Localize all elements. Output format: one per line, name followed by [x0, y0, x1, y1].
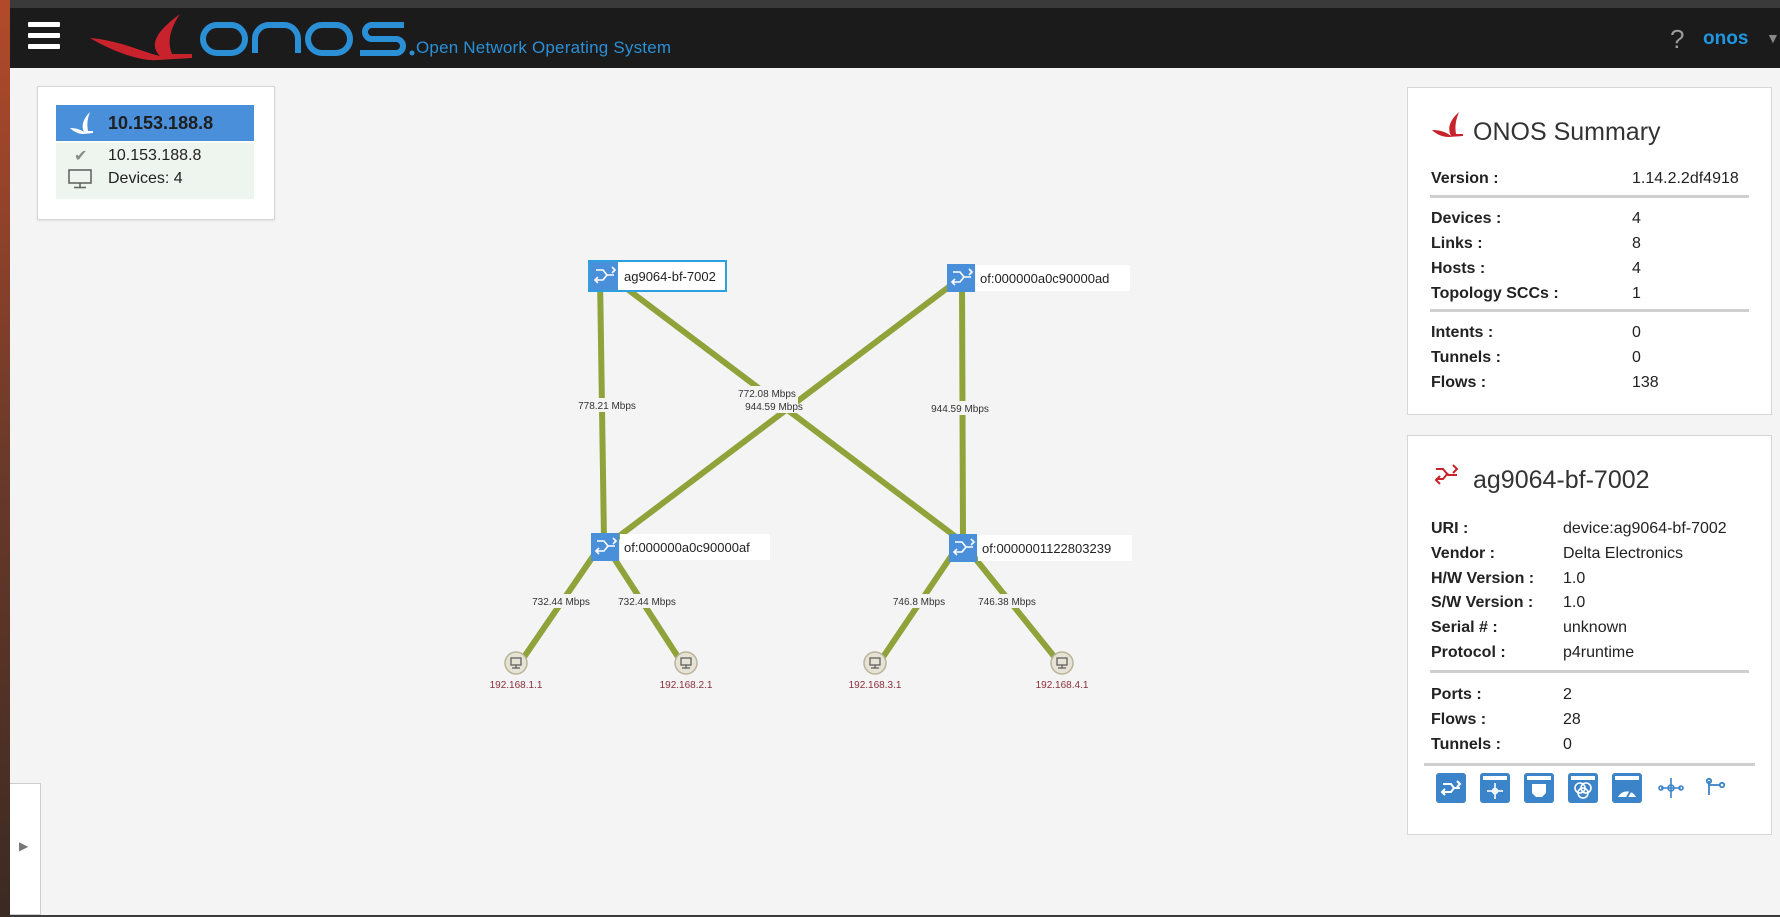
link-label: 732.44 Mbps: [532, 597, 590, 608]
value: 4: [1632, 260, 1641, 277]
chevron-down-icon[interactable]: ▼: [1766, 30, 1780, 46]
host-node[interactable]: 192.168.1.1: [490, 651, 543, 691]
divider: [1430, 195, 1749, 198]
device-node[interactable]: of:000000a0c90000af: [591, 533, 770, 561]
key: Ports :: [1431, 686, 1482, 703]
device-label: of:000000a0c90000ad: [980, 271, 1109, 286]
link-label: 772.08 Mbps: [738, 389, 796, 400]
device-node[interactable]: of:000000a0c90000ad: [947, 264, 1130, 292]
device-detail-panel: ag9064-bf-7002 URI : device:ag9064-bf-70…: [1407, 435, 1772, 835]
panel-title: ONOS Summary: [1473, 118, 1661, 146]
device-label: of:0000001122803239: [982, 541, 1111, 556]
value: Delta Electronics: [1563, 545, 1684, 562]
details-panel-toggle[interactable]: ▶: [10, 783, 41, 915]
device-node[interactable]: ag9064-bf-7002: [588, 260, 727, 292]
flow-table-icon[interactable]: [1480, 773, 1510, 803]
user-menu[interactable]: onos: [1703, 28, 1748, 50]
value: 4: [1632, 210, 1641, 227]
value: unknown: [1563, 619, 1628, 636]
value: 1.0: [1563, 594, 1586, 611]
key: Protocol :: [1431, 644, 1506, 661]
chevron-right-icon: ▶: [19, 839, 29, 853]
host-label: 192.168.1.1: [490, 680, 543, 691]
port-table-icon[interactable]: [1524, 773, 1554, 803]
link-label: 746.38 Mbps: [978, 597, 1036, 608]
key: Devices :: [1431, 210, 1502, 227]
onos-bird-icon: [1432, 112, 1463, 137]
switch-icon: [1434, 464, 1459, 485]
device-node[interactable]: of:0000001122803239: [949, 534, 1132, 562]
value: 2: [1563, 686, 1572, 703]
group-table-icon[interactable]: [1568, 773, 1598, 803]
key: Flows :: [1431, 711, 1487, 728]
key: Links :: [1431, 235, 1483, 252]
host-node[interactable]: 192.168.2.1: [660, 651, 713, 691]
divider: [1430, 309, 1749, 312]
window-edge: [0, 0, 10, 917]
key: Version :: [1431, 170, 1499, 187]
value: 28: [1563, 711, 1581, 728]
panel-title: ag9064-bf-7002: [1473, 466, 1650, 494]
key: Topology SCCs :: [1431, 285, 1559, 302]
value: 1.0: [1563, 570, 1586, 587]
link-label: 778.21 Mbps: [578, 401, 636, 412]
divider: [1430, 670, 1749, 673]
link-label: 732.44 Mbps: [618, 597, 676, 608]
relatedIntents-icon[interactable]: [1700, 773, 1730, 803]
key: Tunnels :: [1431, 736, 1501, 753]
value: p4runtime: [1563, 644, 1635, 661]
divider: [1424, 763, 1755, 766]
pipeconf-icon[interactable]: [1656, 773, 1686, 803]
device-label: of:000000a0c90000af: [624, 540, 750, 555]
key: URI :: [1431, 520, 1469, 537]
host-label: 192.168.4.1: [1036, 680, 1089, 691]
key: H/W Version :: [1431, 570, 1535, 587]
device-table-icon[interactable]: [1436, 773, 1466, 803]
question-icon[interactable]: ?: [1670, 24, 1684, 55]
link-label: 746.8 Mbps: [893, 597, 945, 608]
value: 1.14.2.2df4918: [1632, 170, 1739, 187]
host-label: 192.168.3.1: [849, 680, 902, 691]
key: S/W Version :: [1431, 594, 1534, 611]
summary-panel: ONOS Summary Version : 1.14.2.2df4918 De…: [1407, 87, 1772, 415]
device-label: ag9064-bf-7002: [624, 269, 716, 284]
key: Flows :: [1431, 374, 1487, 391]
key: Vendor :: [1431, 545, 1496, 562]
value: 8: [1632, 235, 1641, 252]
link-label: 944.59 Mbps: [931, 404, 989, 415]
topology-view[interactable]: 778.21 Mbps 772.08 Mbps 944.59 Mbps 944.…: [10, 8, 1400, 768]
value: 0: [1632, 324, 1641, 341]
host-node[interactable]: 192.168.3.1: [849, 651, 902, 691]
value: 0: [1563, 736, 1572, 753]
onos-gui: Open Network Operating System ? onos ▼ 1…: [10, 8, 1780, 915]
value: 138: [1632, 374, 1659, 391]
value: device:ag9064-bf-7002: [1563, 520, 1727, 537]
value: 0: [1632, 349, 1641, 366]
link-label: 944.59 Mbps: [745, 402, 803, 413]
key: Tunnels :: [1431, 349, 1501, 366]
value: 1: [1632, 285, 1641, 302]
meter-table-icon[interactable]: [1612, 773, 1642, 803]
key: Hosts :: [1431, 260, 1486, 277]
key: Serial # :: [1431, 619, 1498, 636]
key: Intents :: [1431, 324, 1494, 341]
host-label: 192.168.2.1: [660, 680, 713, 691]
host-node[interactable]: 192.168.4.1: [1036, 651, 1089, 691]
